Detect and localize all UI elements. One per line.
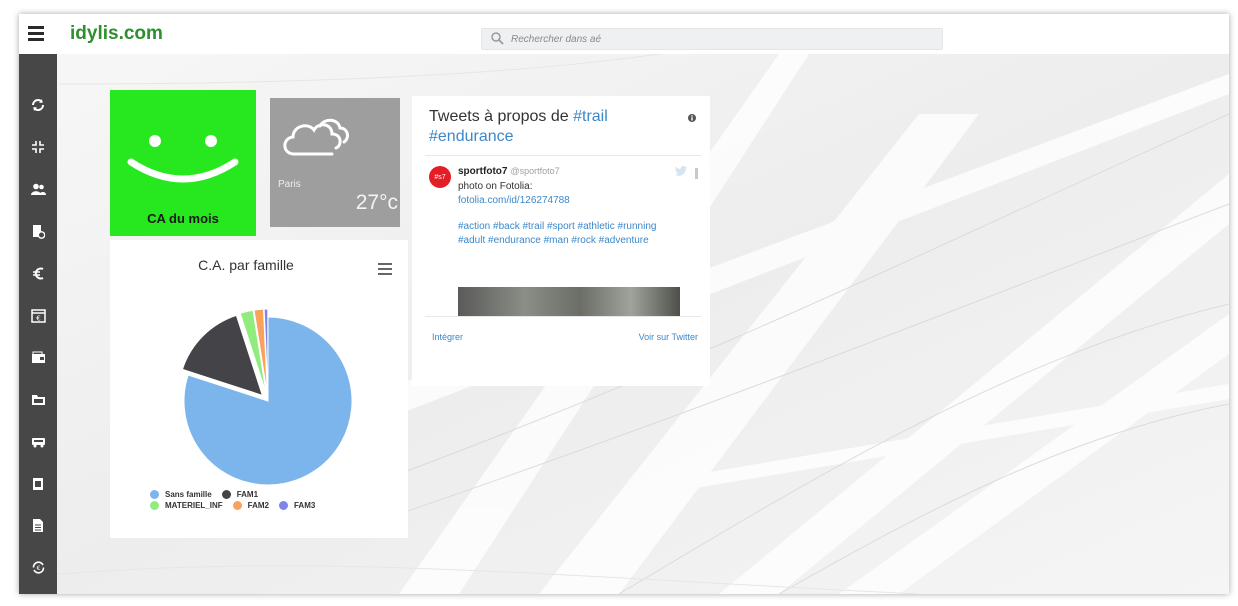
users-icon[interactable]	[28, 179, 48, 199]
tweet-handle[interactable]: @sportfoto7	[510, 166, 559, 176]
tweet-scrollbar[interactable]	[695, 168, 698, 179]
legend-label: MATERIEL_INF	[165, 501, 223, 510]
clipboard-icon[interactable]	[28, 473, 48, 493]
legend-item[interactable]: MATERIEL_INF	[150, 501, 223, 510]
folder-icon[interactable]	[28, 389, 48, 409]
embed-link[interactable]: Intégrer	[432, 332, 463, 342]
sync-icon[interactable]	[28, 95, 48, 115]
app-logo[interactable]: idylis.com	[70, 23, 163, 45]
main-menu-icon[interactable]	[28, 26, 44, 42]
search-box[interactable]	[481, 28, 943, 50]
legend-label: FAM1	[236, 490, 259, 499]
smiley-icon	[127, 135, 239, 183]
legend-marker	[150, 501, 159, 510]
wallet-icon[interactable]	[28, 347, 48, 367]
weather-city: Paris	[278, 179, 301, 190]
tweet-list[interactable]: #s7 sportfoto7 @sportfoto7 photo on Fotol…	[425, 155, 701, 317]
ca-month-label: CA du mois	[147, 211, 219, 226]
tweet-body: photo on Fotolia: fotolia.com/id/1262747…	[458, 180, 686, 247]
app-window: idylis.com €	[19, 14, 1229, 594]
compress-icon[interactable]	[28, 137, 48, 157]
title-prefix: Tweets à propos de	[429, 108, 574, 125]
legend-marker	[232, 501, 242, 510]
file-icon[interactable]	[28, 515, 48, 535]
vehicle-icon[interactable]	[28, 431, 48, 451]
legend-row: MATERIEL_INF FAM2 FAM3	[150, 500, 325, 511]
pie-legend: Sans famille FAM1 MATERIEL_INF FAM2 FAM3	[150, 489, 325, 511]
cloud-icon	[283, 118, 349, 156]
sidebar: € €	[19, 54, 57, 594]
legend-row: Sans famille FAM1	[150, 489, 325, 500]
info-icon[interactable]	[688, 114, 696, 122]
legend-item[interactable]: FAM3	[278, 501, 316, 510]
tweet-avatar[interactable]: #s7	[429, 166, 451, 188]
tweet-author[interactable]: sportfoto7 @sportfoto7	[458, 166, 560, 177]
tweet-hashtags[interactable]: #action #back #trail #sport #athletic #r…	[458, 220, 686, 247]
search-icon	[491, 32, 504, 45]
search-input[interactable]	[511, 29, 931, 49]
legend-marker	[278, 501, 288, 510]
twitter-widget-footer: Intégrer Voir sur Twitter	[432, 332, 698, 342]
tweet-username[interactable]: sportfoto7	[458, 166, 507, 177]
document-clock-icon[interactable]	[28, 221, 48, 241]
legend-marker	[221, 490, 231, 499]
legend-item[interactable]: Sans famille	[150, 490, 212, 499]
weather-temperature: 27°c	[355, 191, 398, 214]
hashtag-link[interactable]: #endurance	[429, 128, 514, 145]
view-on-twitter-link[interactable]: Voir sur Twitter	[639, 332, 698, 342]
legend-label: Sans famille	[165, 490, 212, 499]
weather-tile[interactable]: Paris 27°c	[270, 98, 400, 227]
top-bar: idylis.com	[19, 14, 1229, 54]
hashtag-link[interactable]: #trail	[573, 108, 608, 125]
twitter-widget: Tweets à propos de #trail #endurance #s7…	[412, 96, 710, 386]
euro-icon[interactable]	[28, 263, 48, 283]
legend-marker	[150, 490, 159, 499]
refresh-euro-icon[interactable]: €	[28, 557, 48, 577]
svg-text:€: €	[36, 565, 40, 572]
pie-widget: C.A. par famille Sans famille FAM1 MATERI…	[110, 240, 408, 538]
calendar-euro-icon[interactable]: €	[28, 305, 48, 325]
tweet-link[interactable]: fotolia.com/id/126274788	[458, 194, 686, 208]
legend-item[interactable]: FAM1	[221, 490, 259, 499]
legend-label: FAM3	[293, 501, 316, 510]
twitter-bird-icon	[675, 166, 687, 176]
twitter-widget-title: Tweets à propos de #trail #endurance	[429, 107, 679, 147]
tweet-photo[interactable]	[458, 287, 680, 316]
tweet-text: photo on Fotolia:	[458, 181, 533, 192]
ca-month-tile[interactable]: CA du mois	[110, 90, 256, 236]
legend-label: FAM2	[247, 501, 269, 510]
svg-text:€: €	[36, 314, 40, 322]
legend-item[interactable]: FAM2	[232, 501, 269, 510]
